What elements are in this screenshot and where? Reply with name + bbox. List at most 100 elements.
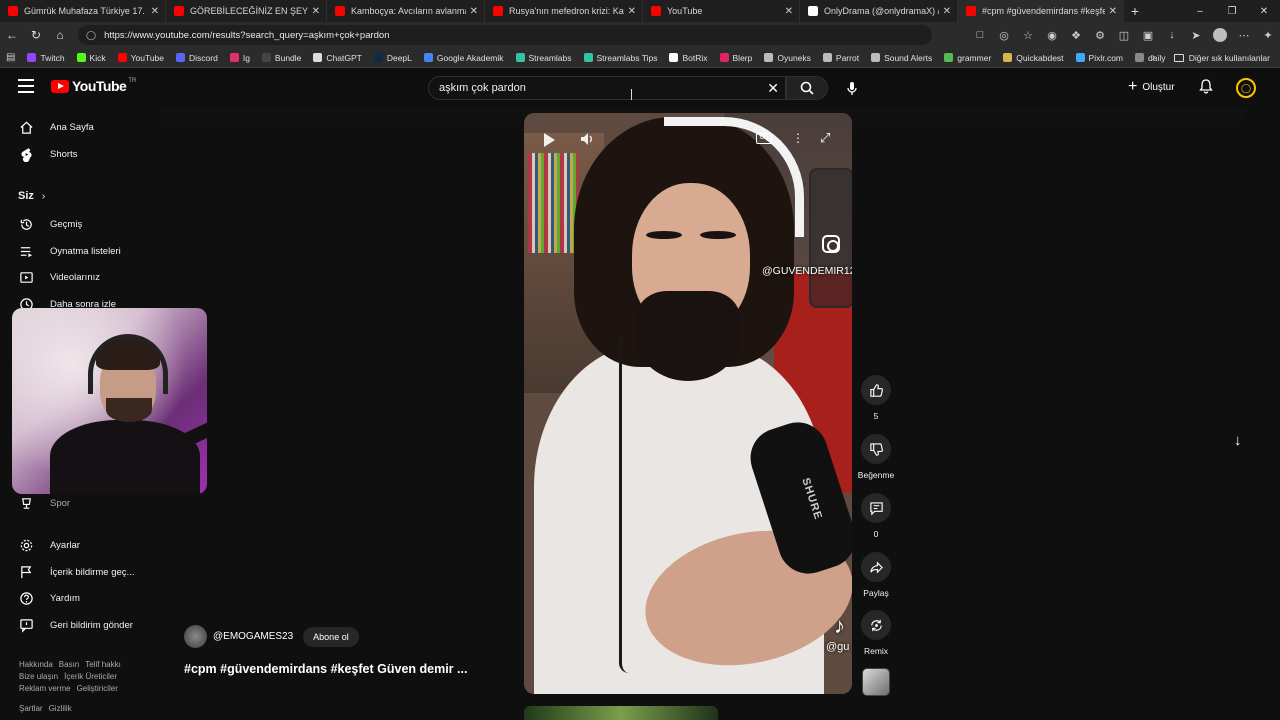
profile-avatar[interactable] <box>1213 28 1227 42</box>
section-you-title[interactable]: Siz › <box>18 190 45 202</box>
captions-icon[interactable]: CC <box>756 133 772 144</box>
bookmark-item[interactable]: Sound Alerts <box>871 53 932 63</box>
fullscreen-icon[interactable]: ⤢ <box>820 130 830 146</box>
browser-tab[interactable]: Gümrük Muhafaza Türkiye 17. Bö ✕ <box>0 0 166 22</box>
bookmark-item[interactable]: Ig <box>229 53 250 63</box>
home-icon[interactable]: ⌂ <box>48 28 72 42</box>
account-avatar[interactable]: ◯ <box>1236 78 1256 98</box>
extension-icon[interactable]: ◉ <box>1040 29 1064 42</box>
close-tab-icon[interactable]: ✕ <box>151 6 159 17</box>
close-tab-icon[interactable]: ✕ <box>312 6 320 17</box>
new-tab-button[interactable]: + <box>1124 3 1146 19</box>
sound-thumbnail[interactable] <box>862 668 890 696</box>
sidebar-item-sports[interactable]: Spor <box>18 492 70 514</box>
channel-avatar[interactable] <box>184 625 207 648</box>
more-vertical-icon[interactable]: ⋮ <box>792 131 804 145</box>
menu-icon[interactable] <box>18 79 34 93</box>
bookmark-item[interactable]: ChatGPT <box>313 53 362 63</box>
footer-link-terms[interactable]: Şartlar <box>19 704 43 713</box>
download-icon[interactable]: ↓ <box>1160 29 1184 41</box>
bookmark-item[interactable]: Pixlr.com <box>1075 53 1123 63</box>
footer-link-about[interactable]: Hakkında <box>19 660 53 669</box>
favorite-star-icon[interactable]: ☆ <box>1016 29 1040 42</box>
reload-icon[interactable]: ↻ <box>24 28 48 42</box>
close-tab-icon[interactable]: ✕ <box>1109 6 1117 17</box>
collections-icon[interactable]: ▣ <box>1136 29 1160 42</box>
create-button[interactable]: + Oluştur <box>1128 78 1175 96</box>
search-input[interactable]: aşkım çok pardon ✕ <box>428 76 786 100</box>
subscribe-button[interactable]: Abone ol <box>303 626 359 647</box>
url-field[interactable]: ◯ https://www.youtube.com/results?search… <box>78 25 932 45</box>
bookmark-item[interactable]: YouTube <box>117 53 164 63</box>
close-tab-icon[interactable]: ✕ <box>628 6 636 17</box>
bookmark-item[interactable]: BotRix <box>669 53 708 63</box>
browser-tab[interactable]: OnlyDrama (@onlydramaX) / X ✕ <box>800 0 958 22</box>
bookmark-item[interactable]: grammer <box>944 53 991 63</box>
sidebar-item-home[interactable]: Ana Sayfa <box>18 116 94 138</box>
app-available-icon[interactable]: □ <box>968 29 992 41</box>
sidebar-item-history[interactable]: Geçmiş <box>18 213 82 235</box>
bookmark-item[interactable]: Blerp <box>719 53 752 63</box>
close-tab-icon[interactable]: ✕ <box>943 6 951 17</box>
sidebar-item-settings[interactable]: Ayarlar <box>18 534 80 556</box>
extensions-icon[interactable]: ⚙ <box>1088 29 1112 42</box>
browser-tab[interactable]: GÖREBİLECEĞİNİZ EN ŞEYTANİ K ✕ <box>166 0 327 22</box>
bookmark-item[interactable]: Quickabdest <box>1003 53 1064 63</box>
bookmark-item[interactable]: Bundle <box>261 53 301 63</box>
footer-link-advertise[interactable]: Reklam verme <box>19 684 71 693</box>
sidebar-item-report-history[interactable]: İçerik bildirme geç... <box>18 561 134 583</box>
remix-button[interactable] <box>861 610 891 640</box>
next-video-arrow-icon[interactable]: ↓ <box>1234 432 1242 449</box>
browser-tab[interactable]: #cpm #güvendemirdans #keşfet ✕ <box>958 0 1124 22</box>
site-info-icon[interactable]: ◯ <box>86 30 96 41</box>
voice-search-button[interactable] <box>842 78 862 98</box>
video-title[interactable]: #cpm #güvendemirdans #keşfet Güven demir… <box>184 662 467 676</box>
sidebar-item-help[interactable]: Yardım <box>18 587 80 609</box>
footer-link-press[interactable]: Basın <box>59 660 79 669</box>
clear-search-icon[interactable]: ✕ <box>767 80 779 97</box>
channel-name[interactable]: @EMOGAMES23 <box>213 631 293 642</box>
bookmark-item[interactable]: Streamlabs <box>515 53 572 63</box>
sidebar-item-your-videos[interactable]: Videolarınız <box>18 266 100 288</box>
footer-link-developers[interactable]: Geliştiriciler <box>77 684 118 693</box>
browser-tab[interactable]: Rusya'nın mefedron krizi: Kayıp g ✕ <box>485 0 643 22</box>
bookmark-item[interactable]: Oyuneks <box>764 53 811 63</box>
share-button[interactable] <box>861 552 891 582</box>
bookmark-item[interactable]: Parrot <box>822 53 859 63</box>
shorts-video-player[interactable]: SHURE @GUVENDEMIR12 ♪ @gu CC ⋮ ⤢ <box>524 113 852 694</box>
footer-link-copyright[interactable]: Telif hakkı <box>85 660 121 669</box>
sidebar-item-feedback[interactable]: Geri bildirim gönder <box>18 614 133 636</box>
footer-link-creators[interactable]: İçerik Üreticiler <box>64 672 117 681</box>
bookmark-item[interactable]: Twitch <box>27 53 65 63</box>
other-bookmarks[interactable]: Diğer sık kullanılanlar <box>1173 48 1270 68</box>
next-short-preview[interactable] <box>524 706 718 720</box>
tab-actions-icon[interactable]: ▤ <box>6 52 15 63</box>
minimize-icon[interactable]: – <box>1184 6 1216 17</box>
sidebar-item-playlists[interactable]: Oynatma listeleri <box>18 240 121 262</box>
copilot-icon[interactable]: ✦ <box>1256 29 1280 42</box>
close-tab-icon[interactable]: ✕ <box>470 6 478 17</box>
sidebar-item-shorts[interactable]: Shorts <box>18 143 77 165</box>
browser-tab[interactable]: Kamboçya: Avcıların avlanması - Y ✕ <box>327 0 485 22</box>
play-icon[interactable] <box>544 133 555 147</box>
chevron-right-icon[interactable]: › <box>1152 52 1155 63</box>
browser-tab[interactable]: YouTube ✕ <box>643 0 800 22</box>
bookmark-item[interactable]: Discord <box>176 53 218 63</box>
youtube-logo[interactable]: YouTube TR <box>51 78 136 94</box>
search-button[interactable] <box>786 76 828 100</box>
split-screen-icon[interactable]: ◫ <box>1112 29 1136 42</box>
volume-icon[interactable] <box>580 131 594 147</box>
bookmark-item[interactable]: Streamlabs Tips <box>583 53 657 63</box>
close-tab-icon[interactable]: ✕ <box>785 6 793 17</box>
comments-button[interactable] <box>861 493 891 523</box>
send-icon[interactable]: ➤ <box>1184 29 1208 42</box>
bookmark-item[interactable]: Google Akademik <box>423 53 504 63</box>
more-menu-icon[interactable]: ⋯ <box>1232 29 1256 42</box>
restore-icon[interactable]: ❐ <box>1216 6 1248 17</box>
bookmark-item[interactable]: daily <box>1135 53 1166 63</box>
back-icon[interactable]: ← <box>0 28 24 42</box>
footer-link-privacy[interactable]: Gizlilik <box>49 704 72 713</box>
like-button[interactable] <box>861 375 891 405</box>
read-aloud-icon[interactable]: ❖ <box>1064 29 1088 42</box>
close-window-icon[interactable]: ✕ <box>1248 6 1280 17</box>
